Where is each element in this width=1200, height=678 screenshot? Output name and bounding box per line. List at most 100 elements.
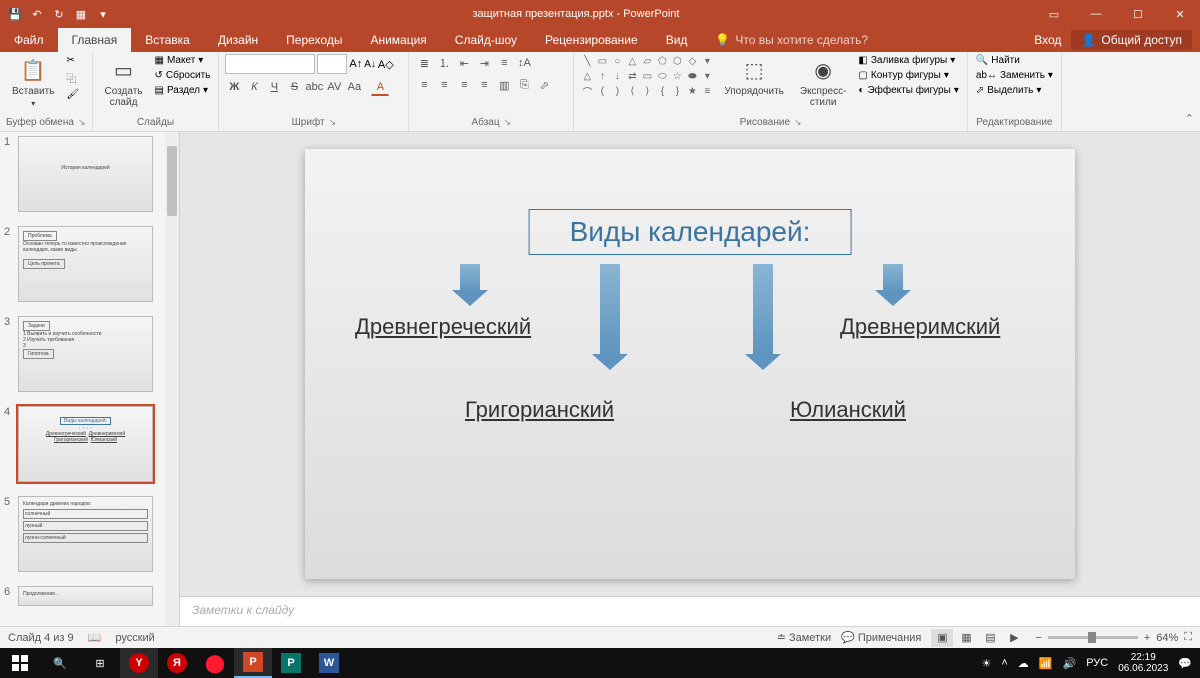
spell-check-icon[interactable]: 📖 bbox=[88, 631, 102, 644]
font-color-button[interactable]: A bbox=[371, 78, 389, 96]
zoom-level[interactable]: 64% bbox=[1156, 632, 1178, 644]
word-taskbar-icon[interactable]: W bbox=[310, 648, 348, 678]
task-view-button[interactable]: ⊞ bbox=[80, 648, 120, 678]
text-label[interactable]: Юлианский bbox=[790, 397, 906, 423]
shapes-gallery[interactable]: ╲▭○△▱⬠⬡◇▾ △↑↓⇄▭⬭☆⬬▾ ⌒()⟨⟩{}★≡ bbox=[580, 54, 714, 98]
undo-icon[interactable]: ↶ bbox=[28, 5, 46, 23]
publisher-taskbar-icon[interactable]: P bbox=[272, 648, 310, 678]
language-status[interactable]: русский bbox=[115, 632, 154, 644]
shape-effects-button[interactable]: ◐Эффекты фигуры ▾ bbox=[856, 84, 960, 97]
shadow-button[interactable]: abc bbox=[305, 78, 323, 96]
dialog-launcher-icon[interactable]: ↘ bbox=[329, 117, 337, 128]
scrollbar-thumb[interactable] bbox=[167, 146, 177, 216]
zoom-slider-thumb[interactable] bbox=[1088, 632, 1096, 643]
section-button[interactable]: ▤Раздел ▾ bbox=[153, 84, 213, 97]
align-center-icon[interactable]: ≡ bbox=[435, 76, 453, 94]
columns-icon[interactable]: ▥ bbox=[495, 76, 513, 94]
new-slide-button[interactable]: ▭ Создать слайд bbox=[99, 54, 149, 110]
thumbnails-scrollbar[interactable] bbox=[165, 132, 179, 626]
decrease-indent-icon[interactable]: ⇤ bbox=[455, 54, 473, 72]
cut-button[interactable]: ✂ bbox=[64, 54, 81, 67]
notes-pane[interactable]: Заметки к слайду bbox=[180, 596, 1200, 626]
tab-transitions[interactable]: Переходы bbox=[272, 28, 356, 52]
slide-thumbnail-2[interactable]: 2 ПроблемаОснован теперь то известно про… bbox=[0, 222, 179, 312]
underline-button[interactable]: Ч bbox=[265, 78, 283, 96]
search-button[interactable]: 🔍 bbox=[40, 648, 80, 678]
align-left-icon[interactable]: ≡ bbox=[415, 76, 433, 94]
tab-insert[interactable]: Вставка bbox=[131, 28, 204, 52]
tab-slideshow[interactable]: Слайд-шоу bbox=[441, 28, 531, 52]
format-painter-button[interactable]: 🖌 bbox=[64, 88, 81, 101]
share-button[interactable]: 👤Общий доступ bbox=[1071, 30, 1192, 50]
tab-file[interactable]: Файл bbox=[0, 28, 58, 52]
slide-canvas[interactable]: Виды календарей: Древнегреческий Древнер… bbox=[305, 149, 1075, 579]
dialog-launcher-icon[interactable]: ↘ bbox=[794, 117, 802, 128]
arrange-button[interactable]: ⬚ Упорядочить bbox=[718, 54, 790, 99]
italic-button[interactable]: К bbox=[245, 78, 263, 96]
language-indicator[interactable]: РУС bbox=[1086, 657, 1108, 669]
tab-animations[interactable]: Анимация bbox=[356, 28, 440, 52]
case-button[interactable]: Aa bbox=[345, 78, 363, 96]
bullets-icon[interactable]: ≣ bbox=[415, 54, 433, 72]
volume-icon[interactable]: 🔊 bbox=[1063, 657, 1077, 670]
yandex-browser-icon[interactable]: Y bbox=[120, 648, 158, 678]
quick-styles-button[interactable]: ◉ Экспресс- стили bbox=[794, 54, 853, 110]
shape-fill-button[interactable]: ◧Заливка фигуры ▾ bbox=[856, 54, 960, 67]
close-icon[interactable]: ✕ bbox=[1160, 0, 1200, 28]
zoom-in-icon[interactable]: + bbox=[1144, 632, 1150, 644]
minimize-icon[interactable]: — bbox=[1076, 0, 1116, 28]
slide-thumbnail-3[interactable]: 3 Задачи1 Выявить и изучить особенности2… bbox=[0, 312, 179, 402]
signin-link[interactable]: Вход bbox=[1034, 33, 1061, 47]
onedrive-icon[interactable]: ☁ bbox=[1018, 657, 1029, 670]
layout-button[interactable]: ▦Макет ▾ bbox=[153, 54, 213, 67]
increase-indent-icon[interactable]: ⇥ bbox=[475, 54, 493, 72]
reading-view-icon[interactable]: ▤ bbox=[979, 629, 1001, 647]
shape-outline-button[interactable]: ▢Контур фигуры ▾ bbox=[856, 69, 960, 82]
copy-button[interactable]: ⿻ bbox=[64, 69, 81, 86]
slide-canvas-area[interactable]: Виды календарей: Древнегреческий Древнер… bbox=[180, 132, 1200, 596]
tab-design[interactable]: Дизайн bbox=[204, 28, 272, 52]
comments-toggle[interactable]: 💬 Примечания bbox=[841, 631, 921, 644]
spacing-button[interactable]: AV bbox=[325, 78, 343, 96]
redo-icon[interactable]: ↻ bbox=[50, 5, 68, 23]
slide-thumbnail-4[interactable]: 4 Виды календарей:↓ ↓ ↓ ↓Древнегреческий… bbox=[0, 402, 179, 492]
align-text-icon[interactable]: ⎘ bbox=[515, 76, 533, 94]
arrow-shape[interactable] bbox=[753, 264, 773, 356]
replace-button[interactable]: ab↔Заменить ▾ bbox=[974, 69, 1055, 82]
slideshow-view-icon[interactable]: ▶ bbox=[1003, 629, 1025, 647]
zoom-out-icon[interactable]: − bbox=[1035, 632, 1041, 644]
tab-review[interactable]: Рецензирование bbox=[531, 28, 652, 52]
text-direction-icon[interactable]: ↕A bbox=[515, 54, 533, 72]
fit-to-window-icon[interactable]: ⛶ bbox=[1184, 631, 1192, 644]
zoom-slider[interactable] bbox=[1048, 636, 1138, 639]
decrease-font-icon[interactable]: A↓ bbox=[364, 59, 376, 70]
font-size-input[interactable] bbox=[317, 54, 347, 74]
select-button[interactable]: ⬀Выделить ▾ bbox=[974, 84, 1055, 97]
maximize-icon[interactable]: ☐ bbox=[1118, 0, 1158, 28]
collapse-ribbon-icon[interactable]: ⌃ bbox=[1185, 112, 1194, 125]
text-label[interactable]: Древнеримский bbox=[840, 314, 1000, 340]
tab-view[interactable]: Вид bbox=[652, 28, 702, 52]
strike-button[interactable]: S bbox=[285, 78, 303, 96]
tell-me[interactable]: 💡Что вы хотите сделать? bbox=[701, 28, 882, 52]
tray-chevron-icon[interactable]: ˄ bbox=[1001, 657, 1007, 669]
font-name-input[interactable] bbox=[225, 54, 315, 74]
text-label[interactable]: Григорианский bbox=[465, 397, 614, 423]
qat-customize-icon[interactable]: ▾ bbox=[94, 5, 112, 23]
weather-icon[interactable]: ☀ bbox=[981, 657, 991, 670]
increase-font-icon[interactable]: A↑ bbox=[349, 58, 362, 70]
notes-toggle[interactable]: ≐ Заметки bbox=[777, 631, 831, 644]
save-icon[interactable]: 💾 bbox=[6, 5, 24, 23]
paste-button[interactable]: 📋 Вставить ▾ bbox=[6, 54, 60, 110]
numbering-icon[interactable]: ⒈ bbox=[435, 54, 453, 72]
text-label[interactable]: Древнегреческий bbox=[355, 314, 531, 340]
smartart-icon[interactable]: ⬀ bbox=[535, 76, 553, 94]
dialog-launcher-icon[interactable]: ↘ bbox=[504, 117, 512, 128]
start-button[interactable] bbox=[0, 648, 40, 678]
line-spacing-icon[interactable]: ≡ bbox=[495, 54, 513, 72]
start-from-beginning-icon[interactable]: ▦ bbox=[72, 5, 90, 23]
arrow-shape[interactable] bbox=[883, 264, 903, 292]
reset-button[interactable]: ↺Сбросить bbox=[153, 69, 213, 82]
ribbon-display-icon[interactable]: ▭ bbox=[1034, 0, 1074, 28]
powerpoint-taskbar-icon[interactable]: P bbox=[234, 648, 272, 678]
